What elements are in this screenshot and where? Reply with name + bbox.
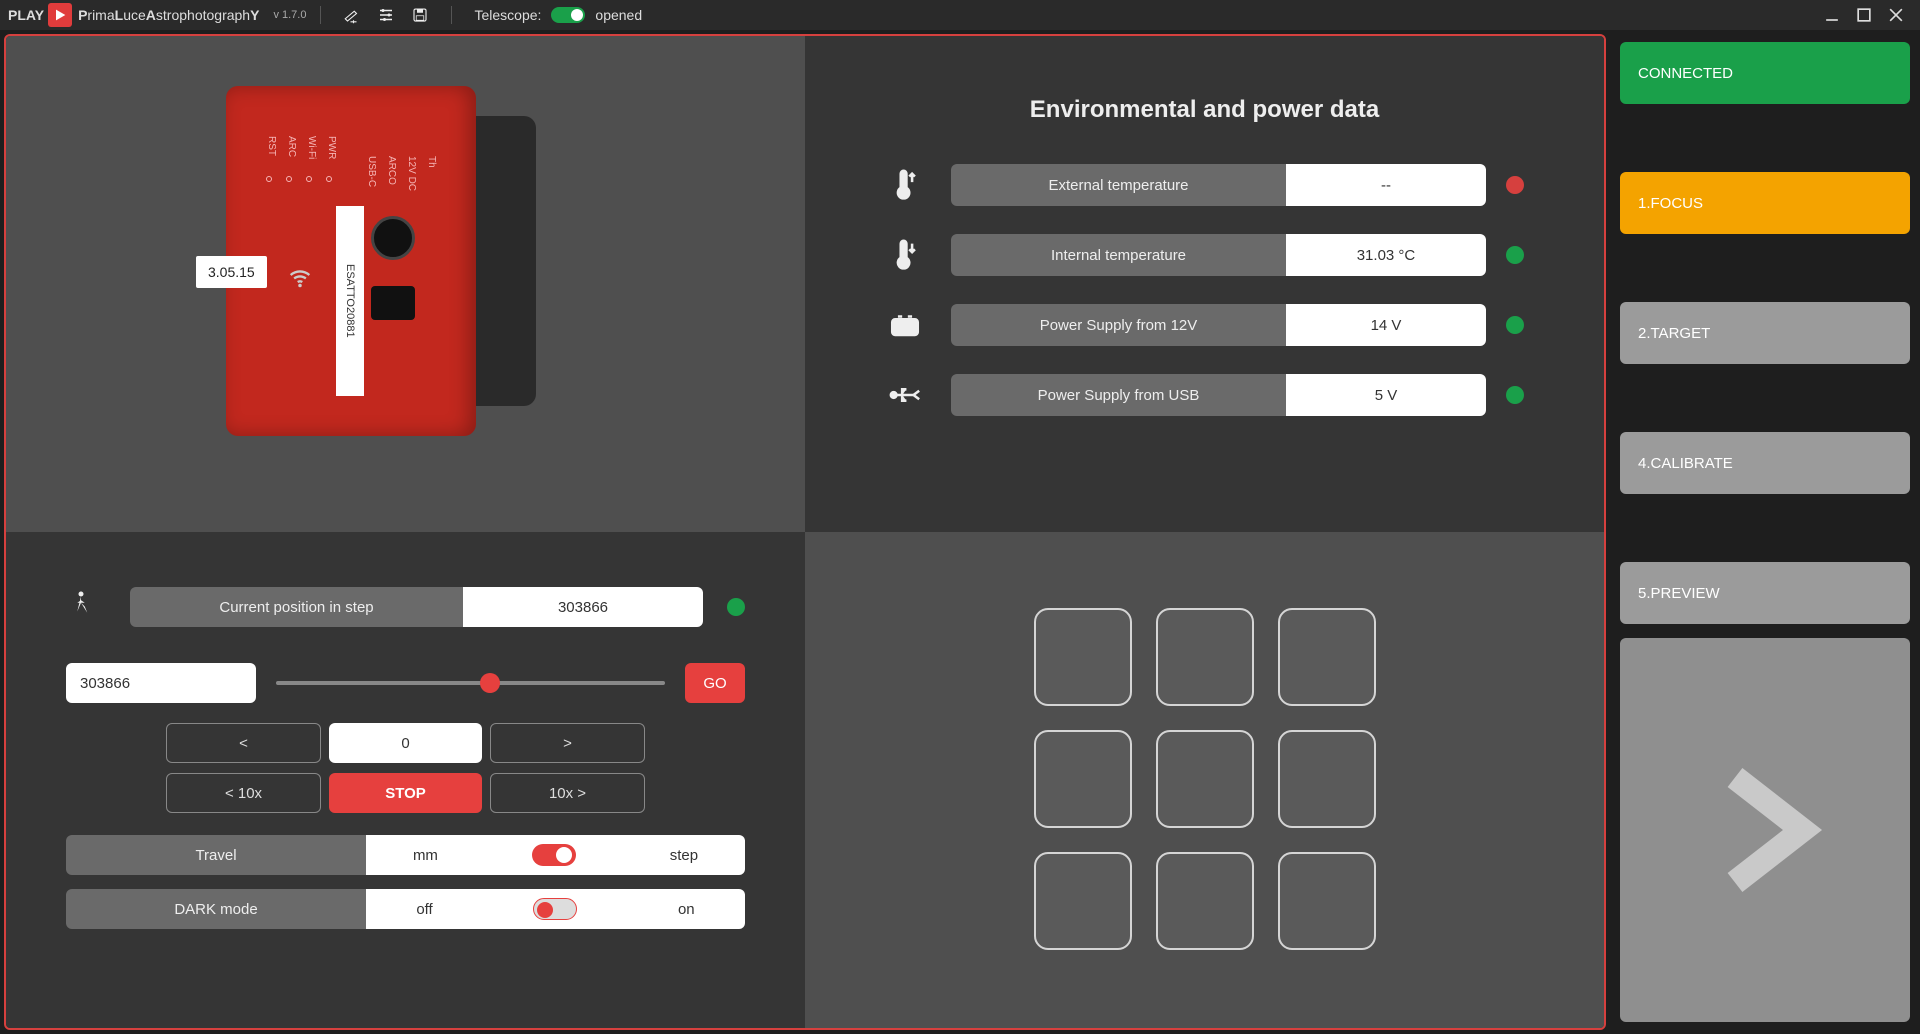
telescope-toggle[interactable]: [551, 7, 585, 23]
step-focus-button[interactable]: 1.FOCUS: [1620, 172, 1910, 234]
preset-cell[interactable]: [1034, 608, 1132, 706]
window-close-button[interactable]: [1880, 0, 1912, 30]
firmware-label: 3.05.15: [196, 256, 267, 288]
app-header: PLAY PrimaLuceAstrophotographY v 1.7.0 T…: [0, 0, 1920, 30]
led-label: PWR: [326, 136, 337, 159]
chevron-right-icon: [1690, 755, 1840, 905]
env-value: --: [1286, 164, 1486, 206]
preset-cell[interactable]: [1034, 730, 1132, 828]
port-label: Th: [426, 156, 437, 168]
position-label: Current position in step: [130, 587, 463, 627]
status-dot: [1506, 386, 1524, 404]
led-label: ARC: [286, 136, 297, 157]
save-icon[interactable]: [409, 4, 431, 26]
dark-toggle[interactable]: [533, 898, 577, 920]
position-value: 303866: [463, 587, 703, 627]
window-minimize-button[interactable]: [1816, 0, 1848, 30]
env-row-int-temp: Internal temperature 31.03 °C: [885, 234, 1524, 276]
step-calibrate-button[interactable]: 4.CALIBRATE: [1620, 432, 1910, 494]
separator: [320, 6, 321, 24]
status-dot: [1506, 316, 1524, 334]
telescope-state: opened: [595, 7, 642, 23]
travel-mode-row: Travel mm step: [66, 835, 745, 875]
device-tag: ESATTO20881: [336, 206, 364, 396]
dark-label: DARK mode: [66, 889, 366, 929]
preset-cell[interactable]: [1278, 852, 1376, 950]
next-button[interactable]: [1620, 638, 1910, 1022]
window-maximize-button[interactable]: [1848, 0, 1880, 30]
port-label: USB-C: [366, 156, 377, 187]
sidebar: CONNECTED 1.FOCUS 2.TARGET 4.CALIBRATE 5…: [1610, 30, 1920, 1034]
env-label: Internal temperature: [951, 234, 1286, 276]
brand-play: PLAY: [8, 7, 44, 23]
led-label: RST: [266, 136, 277, 156]
app-version: v 1.7.0: [273, 9, 306, 21]
stop-button[interactable]: STOP: [329, 773, 482, 813]
preset-grid: [1034, 608, 1376, 950]
target-position-input[interactable]: [66, 663, 256, 703]
travel-right: step: [670, 847, 698, 864]
travel-left: mm: [413, 847, 438, 864]
usb-icon: [885, 375, 925, 415]
env-value: 14 V: [1286, 304, 1486, 346]
status-dot: [727, 598, 745, 616]
content-grid: USB-C ARCO 12V DC Th RST ARC Wi-Fi PWR E…: [4, 34, 1606, 1030]
panel-device: USB-C ARCO 12V DC Th RST ARC Wi-Fi PWR E…: [6, 36, 805, 532]
env-label: Power Supply from 12V: [951, 304, 1286, 346]
env-row-usb: Power Supply from USB 5 V: [885, 374, 1524, 416]
env-label: External temperature: [951, 164, 1286, 206]
preset-cell[interactable]: [1156, 852, 1254, 950]
panel-grid: [805, 532, 1604, 1028]
dark-left: off: [416, 901, 432, 918]
step-fwd-button[interactable]: >: [490, 723, 645, 763]
panel-position: Current position in step 303866 GO < 0 >…: [6, 532, 805, 1028]
step-fwd-10x-button[interactable]: 10x >: [490, 773, 645, 813]
preset-cell[interactable]: [1156, 730, 1254, 828]
step-target-button[interactable]: 2.TARGET: [1620, 302, 1910, 364]
preset-cell[interactable]: [1156, 608, 1254, 706]
brand-text: PrimaLuceAstrophotographY: [78, 7, 259, 23]
travel-label: Travel: [66, 835, 366, 875]
port-label: ARCO: [386, 156, 397, 185]
device-illustration: USB-C ARCO 12V DC Th RST ARC Wi-Fi PWR E…: [226, 86, 476, 436]
separator: [451, 6, 452, 24]
led-label: Wi-Fi: [306, 136, 317, 159]
status-dot: [1506, 176, 1524, 194]
battery-icon: [885, 305, 925, 345]
preset-cell[interactable]: [1034, 852, 1132, 950]
step-preview-button[interactable]: 5.PREVIEW: [1620, 562, 1910, 624]
settings-sliders-icon[interactable]: [375, 4, 397, 26]
main: USB-C ARCO 12V DC Th RST ARC Wi-Fi PWR E…: [0, 30, 1920, 1034]
telescope-label: Telescope:: [474, 7, 541, 23]
port-label: 12V DC: [406, 156, 417, 191]
status-dot: [1506, 246, 1524, 264]
env-value: 31.03 °C: [1286, 234, 1486, 276]
go-button[interactable]: GO: [685, 663, 745, 703]
temperature-down-icon: [885, 235, 925, 275]
temperature-up-icon: [885, 165, 925, 205]
env-row-12v: Power Supply from 12V 14 V: [885, 304, 1524, 346]
step-back-10x-button[interactable]: < 10x: [166, 773, 321, 813]
preset-cell[interactable]: [1278, 608, 1376, 706]
travel-toggle[interactable]: [532, 844, 576, 866]
env-label: Power Supply from USB: [951, 374, 1286, 416]
connected-button[interactable]: CONNECTED: [1620, 42, 1910, 104]
wifi-icon: [286, 261, 314, 294]
telescope-icon[interactable]: [341, 4, 363, 26]
preset-cell[interactable]: [1278, 730, 1376, 828]
env-title: Environmental and power data: [885, 96, 1524, 124]
env-value: 5 V: [1286, 374, 1486, 416]
brand-logo-icon: [48, 3, 72, 27]
panel-environment: Environmental and power data External te…: [805, 36, 1604, 532]
dark-right: on: [678, 901, 695, 918]
position-slider[interactable]: [276, 671, 665, 695]
step-value[interactable]: 0: [329, 723, 482, 763]
step-back-button[interactable]: <: [166, 723, 321, 763]
dark-mode-row: DARK mode off on: [66, 889, 745, 929]
env-row-ext-temp: External temperature --: [885, 164, 1524, 206]
walk-icon: [66, 589, 102, 625]
